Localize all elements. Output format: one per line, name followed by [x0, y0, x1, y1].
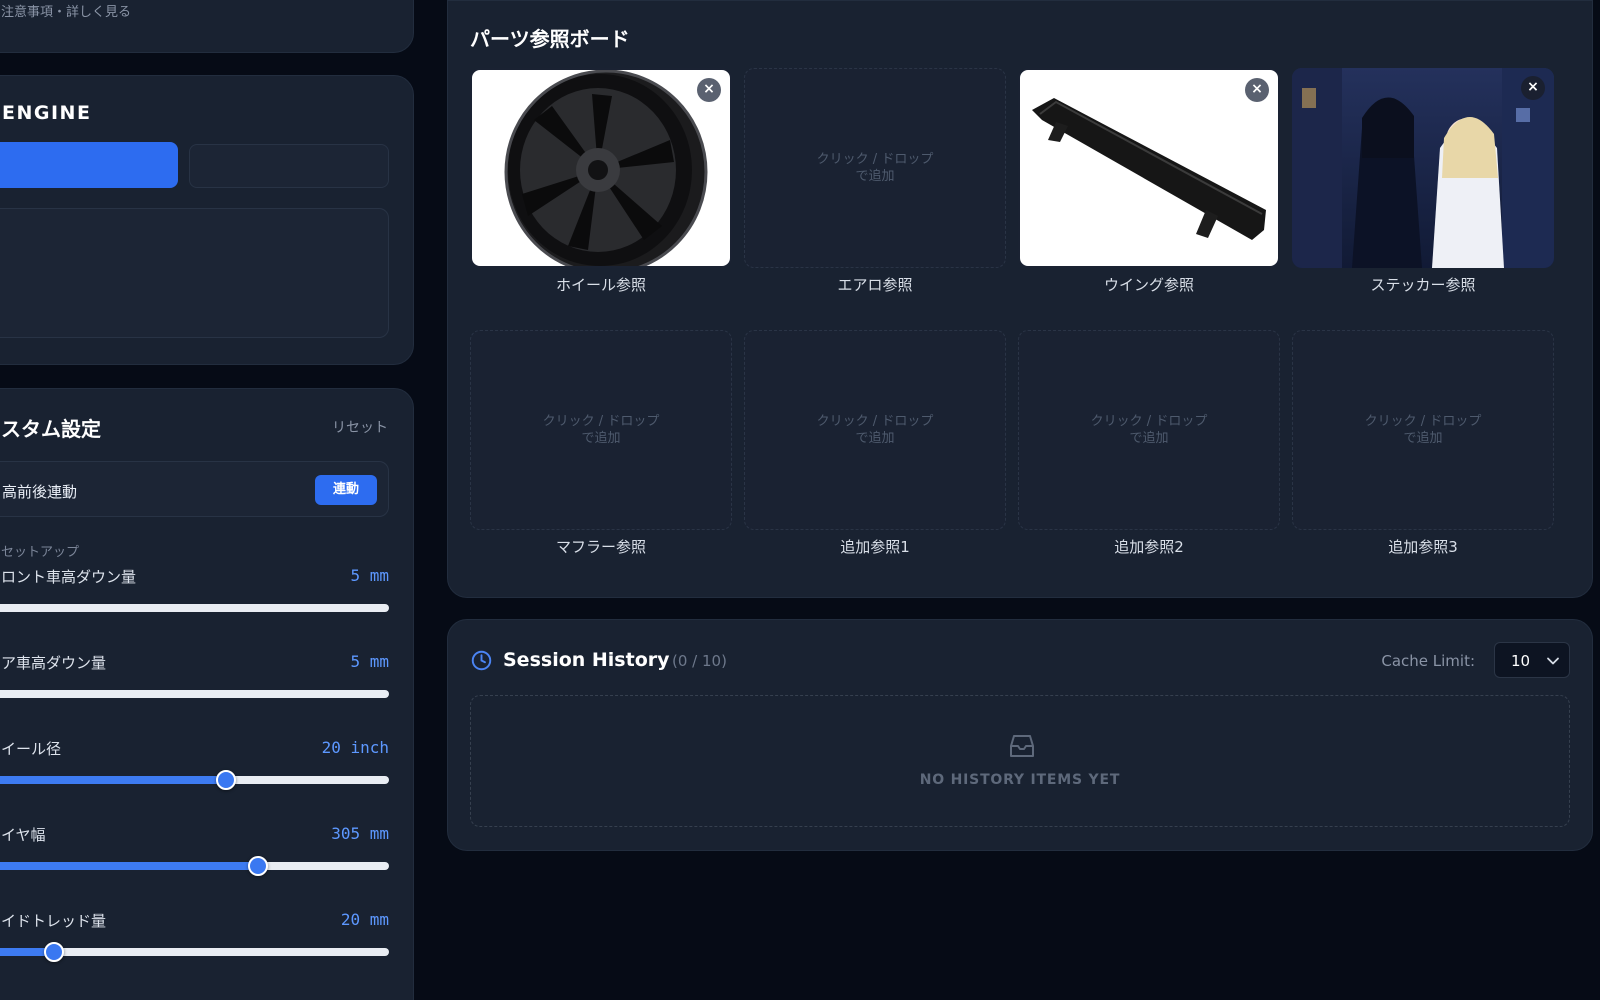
- history-count: (0 / 10): [672, 652, 727, 670]
- slot-label: ウイング参照: [1103, 276, 1194, 294]
- slider-wide-tread: イドトレッド量 20 mm: [0, 910, 415, 970]
- slider-thumb[interactable]: [248, 856, 269, 876]
- sync-label: 高前後連動: [2, 483, 78, 501]
- sync-row: 高前後連動 連動: [0, 461, 389, 517]
- drop-hint: クリック / ドロップ で追加: [816, 414, 934, 446]
- drop-hint: クリック / ドロップ で追加: [542, 414, 660, 446]
- slider-tire-width: イヤ幅 305 mm: [0, 824, 415, 884]
- slot-label: 追加参照3: [1388, 538, 1458, 556]
- slider-value: 305 mm: [331, 824, 389, 843]
- engine-title: ENGINE: [2, 102, 92, 124]
- slider-front-height: ロント車高ダウン量 5 mm: [0, 566, 415, 626]
- slider-rear-height: ア車高ダウン量 5 mm: [0, 652, 415, 712]
- slider-label: イドトレッド量: [1, 912, 107, 930]
- slider-track[interactable]: [0, 770, 389, 790]
- slider-label: イール径: [1, 740, 62, 758]
- aero-slot[interactable]: クリック / ドロップ で追加: [744, 68, 1006, 268]
- slider-track[interactable]: [0, 604, 389, 612]
- cache-limit-value: 10: [1511, 652, 1531, 670]
- engine-option[interactable]: [189, 144, 389, 188]
- history-empty-state: NO HISTORY ITEMS YET: [470, 695, 1570, 827]
- slot-label: 追加参照1: [840, 538, 910, 556]
- slot-label: ホイール参照: [555, 276, 646, 294]
- slider-fill: [0, 776, 226, 784]
- parts-board-panel: パーツ参照ボード × ホイール参照 クリック / ドロップ で追加 エアロ参照 …: [447, 0, 1593, 598]
- notice-link[interactable]: 注意事項・詳しく見る: [1, 1, 131, 20]
- muffler-slot[interactable]: クリック / ドロップ で追加: [470, 330, 732, 530]
- app-page: 注意事項・詳しく見る ENGINE スタム設定 リセット 高前後連動 連動 セッ…: [0, 0, 1600, 1000]
- sync-toggle-button[interactable]: 連動: [315, 475, 377, 505]
- remove-image-button[interactable]: ×: [1521, 76, 1545, 100]
- remove-image-button[interactable]: ×: [697, 78, 721, 102]
- slider-thumb[interactable]: [215, 770, 236, 790]
- sticker-illustration: [1292, 68, 1554, 268]
- engine-option-selected[interactable]: [0, 142, 178, 188]
- inbox-icon: [1010, 735, 1034, 757]
- drop-hint: クリック / ドロップ で追加: [1364, 414, 1482, 446]
- history-empty-text: NO HISTORY ITEMS YET: [919, 772, 1121, 788]
- wing-image: [1032, 98, 1266, 240]
- slider-label: ロント車高ダウン量: [1, 568, 137, 586]
- history-title: Session History: [503, 649, 670, 671]
- clock-icon: [471, 650, 492, 671]
- slider-track[interactable]: [0, 856, 389, 876]
- extra-slot-2[interactable]: クリック / ドロップ で追加: [1018, 330, 1280, 530]
- wheel-slot[interactable]: ×: [470, 68, 732, 268]
- custom-settings-panel: スタム設定 リセット 高前後連動 連動 セットアップ ロント車高ダウン量 5 m…: [0, 388, 414, 1000]
- engine-text-area[interactable]: [0, 208, 389, 338]
- slider-value: 5 mm: [350, 652, 389, 671]
- slider-value: 20 mm: [340, 910, 389, 929]
- slider-value: 20 inch: [321, 738, 389, 757]
- session-history-panel: Session History (0 / 10) Cache Limit: 10…: [447, 619, 1593, 851]
- slider-track[interactable]: [0, 690, 389, 698]
- custom-settings-title: スタム設定: [1, 417, 101, 441]
- wing-slot[interactable]: ×: [1018, 68, 1280, 268]
- reset-button[interactable]: リセット: [332, 417, 388, 437]
- setup-section-label: セットアップ: [1, 545, 80, 560]
- notice-panel: 注意事項・詳しく見る: [0, 0, 414, 53]
- slider-value: 5 mm: [350, 566, 389, 585]
- cache-limit-select[interactable]: 10: [1494, 642, 1570, 678]
- remove-image-button[interactable]: ×: [1245, 78, 1269, 102]
- sticker-slot[interactable]: ×: [1292, 68, 1554, 268]
- parts-board-title: パーツ参照ボード: [470, 27, 630, 51]
- extra-slot-1[interactable]: クリック / ドロップ で追加: [744, 330, 1006, 530]
- drop-hint: クリック / ドロップ で追加: [816, 152, 934, 184]
- slider-wheel-diameter: イール径 20 inch: [0, 738, 415, 798]
- slider-label: イヤ幅: [1, 826, 46, 844]
- cache-limit-label: Cache Limit:: [1381, 652, 1475, 670]
- slider-label: ア車高ダウン量: [1, 654, 107, 672]
- wheel-image: [504, 70, 708, 266]
- slot-label: 追加参照2: [1114, 538, 1184, 556]
- engine-panel: ENGINE: [0, 75, 414, 365]
- slider-thumb[interactable]: [44, 942, 65, 962]
- slider-track[interactable]: [0, 942, 389, 962]
- extra-slot-3[interactable]: クリック / ドロップ で追加: [1292, 330, 1554, 530]
- slot-label: エアロ参照: [837, 276, 913, 294]
- chevron-down-icon: [1547, 657, 1559, 665]
- slider-fill: [0, 862, 259, 870]
- slot-label: ステッカー参照: [1370, 276, 1476, 294]
- drop-hint: クリック / ドロップ で追加: [1090, 414, 1208, 446]
- slot-label: マフラー参照: [555, 538, 646, 556]
